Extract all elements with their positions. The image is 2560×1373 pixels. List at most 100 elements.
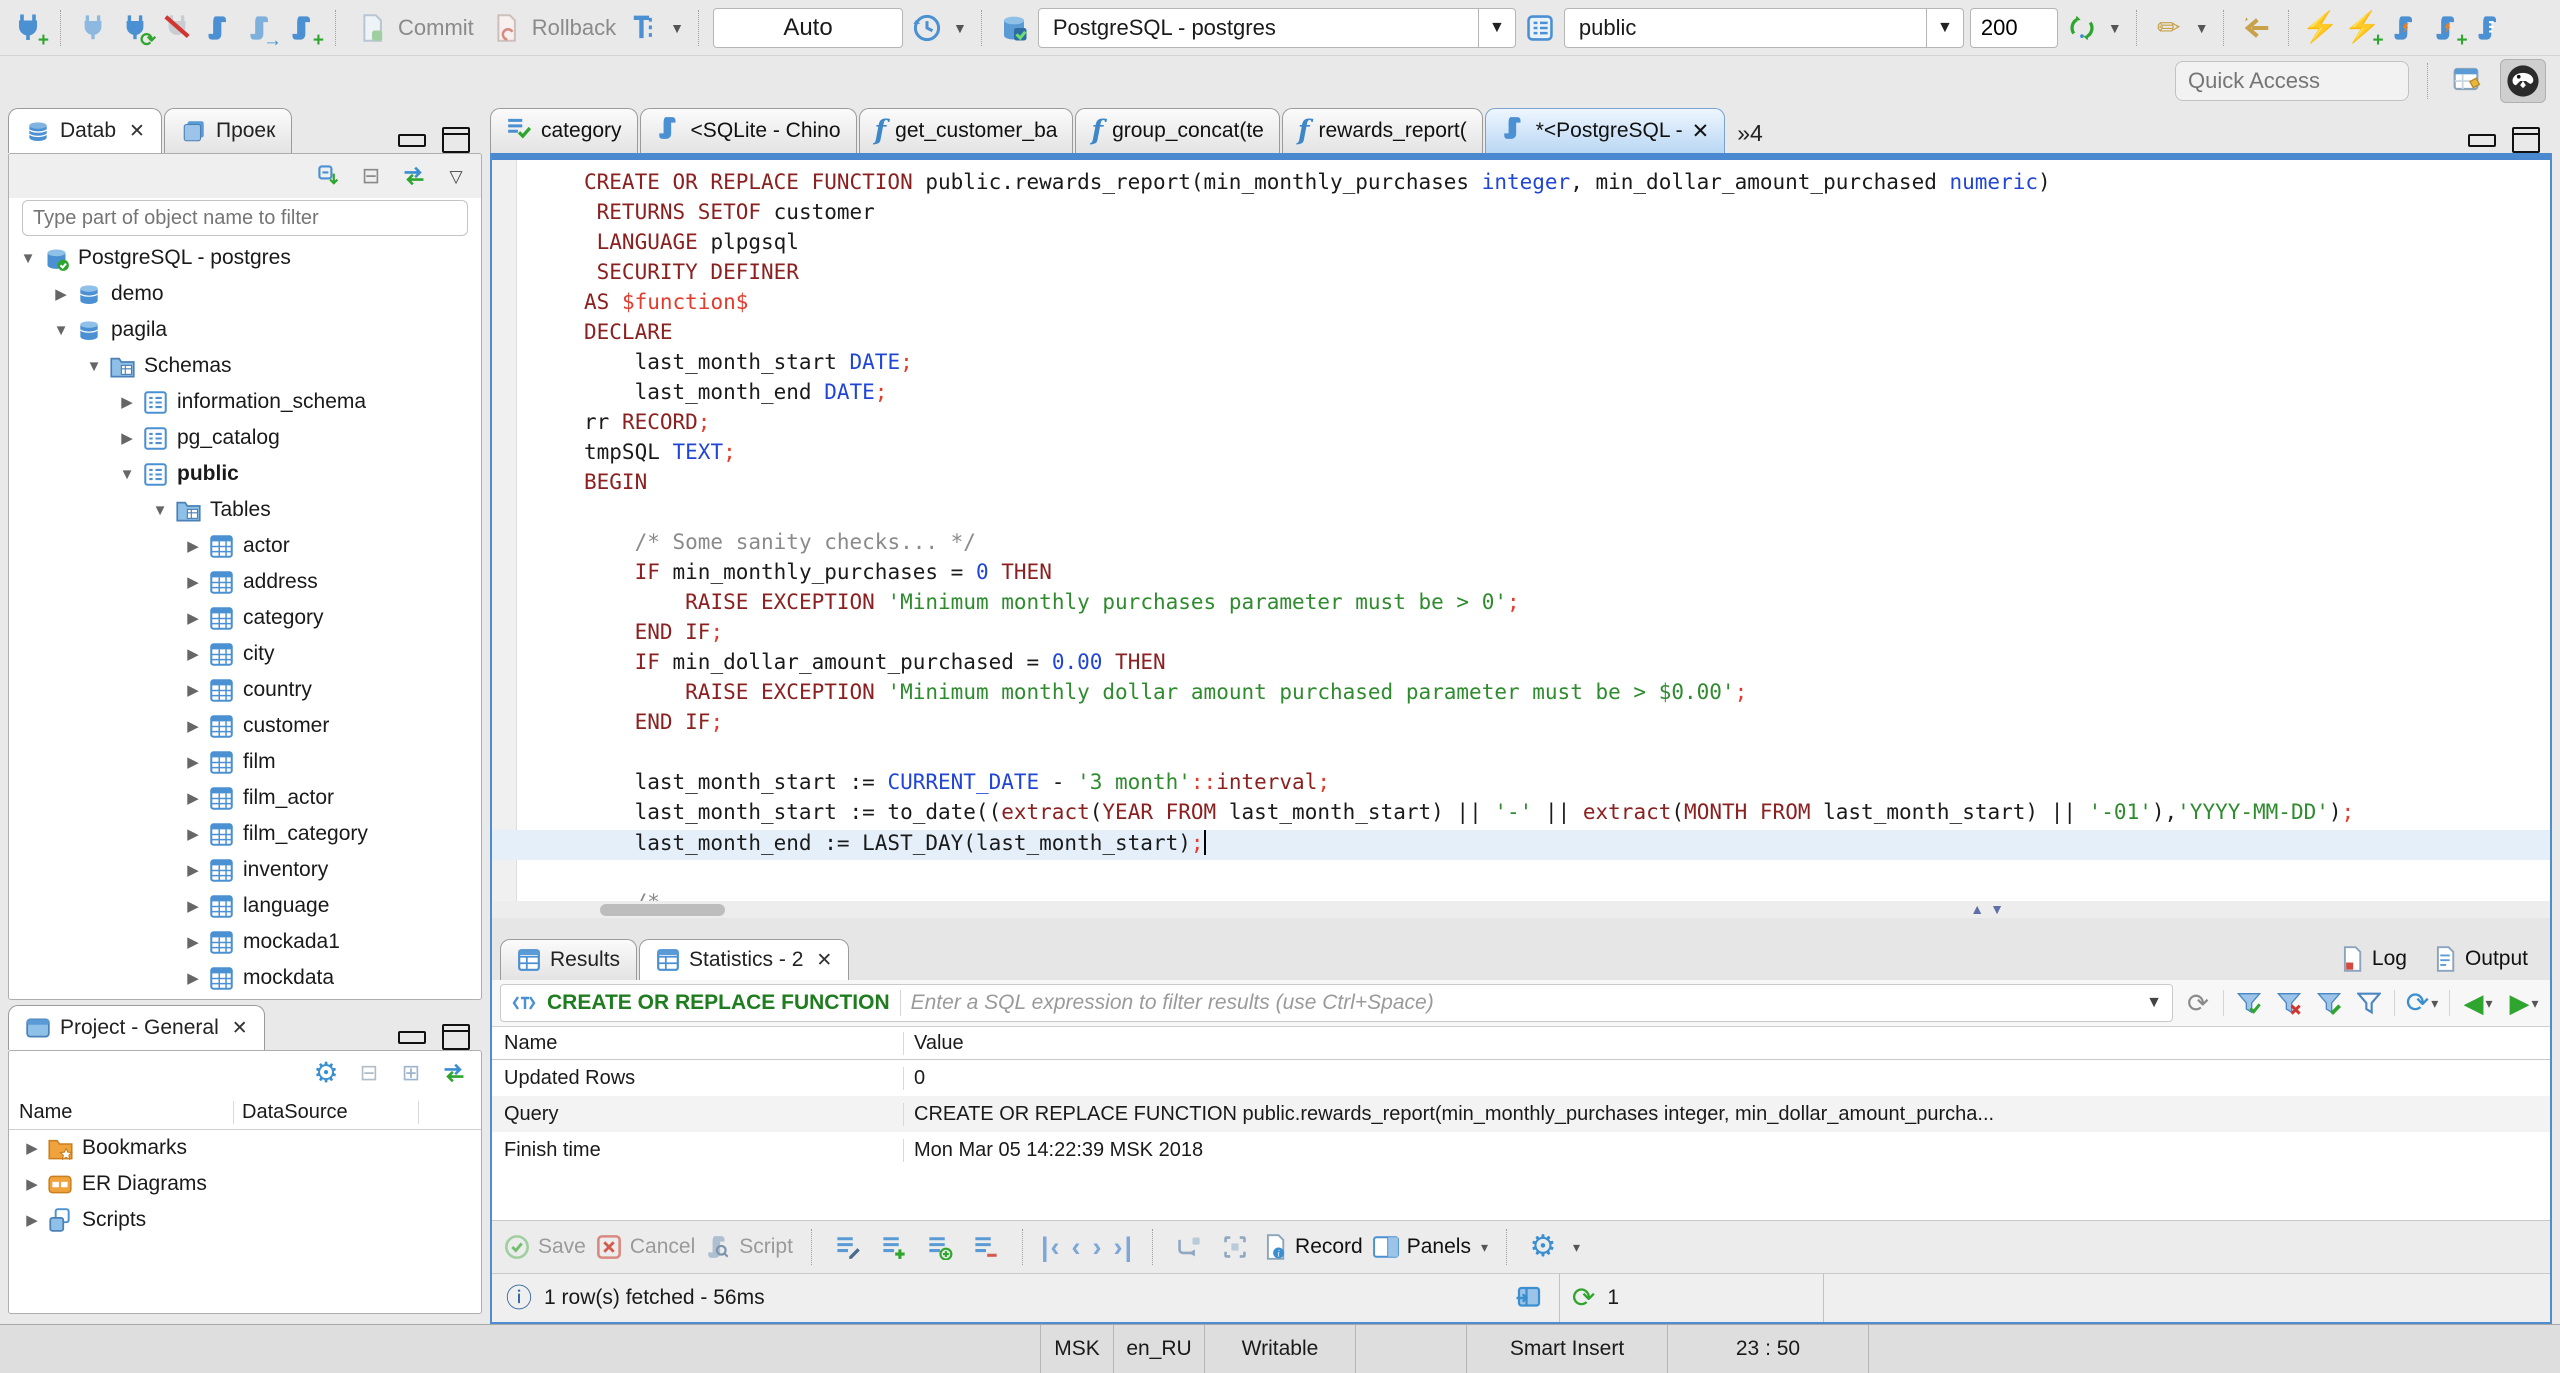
transaction-log-dropdown[interactable]: ▼ bbox=[953, 20, 967, 36]
expanded-arrow-icon[interactable]: ▼ bbox=[114, 466, 140, 483]
tree-item-mockdata[interactable]: ▶ mockdata bbox=[9, 960, 481, 996]
connection-dropdown-icon[interactable]: ▼ bbox=[1477, 8, 1515, 47]
tree-item-postgresql-postgres[interactable]: ▼ PostgreSQL - postgres bbox=[9, 240, 481, 276]
collapsed-arrow-icon[interactable]: ▶ bbox=[180, 609, 206, 627]
tab-database-navigator[interactable]: Datab ✕ bbox=[8, 108, 162, 153]
add-row-icon[interactable] bbox=[876, 1229, 912, 1265]
script-button[interactable]: Script bbox=[705, 1234, 793, 1260]
tree-item-pg-catalog[interactable]: ▶ pg_catalog bbox=[9, 420, 481, 456]
tree-item-film-category[interactable]: ▶ film_category bbox=[9, 816, 481, 852]
statusbar-smart-insert[interactable]: Smart Insert bbox=[1466, 1325, 1667, 1373]
gear-dropdown-icon[interactable]: ▾ bbox=[1573, 1239, 1580, 1256]
statusbar-23-50[interactable]: 23 : 50 bbox=[1667, 1325, 1868, 1373]
sash-collapse-icons[interactable]: ▲▼ bbox=[1970, 901, 2010, 917]
column-name[interactable]: Name bbox=[492, 1031, 904, 1055]
collapsed-arrow-icon[interactable]: ▶ bbox=[19, 1211, 45, 1229]
editor-tab-category[interactable]: category bbox=[490, 108, 638, 153]
transaction-mode-icon[interactable] bbox=[626, 10, 662, 46]
view-menu-icon[interactable]: ▽ bbox=[443, 158, 469, 194]
minimize-icon[interactable] bbox=[398, 1030, 426, 1044]
tree-item-information-schema[interactable]: ▶ information_schema bbox=[9, 384, 481, 420]
collapse-all-icon[interactable] bbox=[315, 158, 343, 194]
commit-mode-combo[interactable]: Auto bbox=[713, 7, 904, 48]
settings-gear-icon[interactable]: ⚙ bbox=[311, 1055, 341, 1091]
sync-connection-icon[interactable] bbox=[2064, 10, 2100, 46]
project-item-bookmarks[interactable]: ▶ Bookmarks bbox=[9, 1130, 481, 1166]
next-row-icon[interactable]: › bbox=[1092, 1232, 1103, 1263]
maximize-icon[interactable] bbox=[2512, 127, 2540, 153]
connection-combo[interactable]: PostgreSQL - postgres ▼ bbox=[1037, 7, 1516, 48]
collapsed-arrow-icon[interactable]: ▶ bbox=[114, 393, 140, 411]
table-row[interactable]: Finish time Mon Mar 05 14:22:39 MSK 2018 bbox=[492, 1132, 2550, 1168]
refresh-filter-icon[interactable]: ⟳ bbox=[2183, 985, 2213, 1021]
expand-all-icon[interactable]: ⊞ bbox=[397, 1055, 425, 1091]
tab-project-general[interactable]: Project - General ✕ bbox=[8, 1005, 265, 1050]
horizontal-scrollbar-thumb[interactable] bbox=[600, 904, 725, 916]
tree-item-public[interactable]: ▼ public bbox=[9, 456, 481, 492]
connect-icon[interactable] bbox=[75, 10, 111, 46]
collapsed-arrow-icon[interactable]: ▶ bbox=[19, 1139, 45, 1157]
format-dropdown[interactable]: ▼ bbox=[2195, 20, 2209, 36]
collapsed-arrow-icon[interactable]: ▶ bbox=[180, 789, 206, 807]
link-with-editor-icon[interactable] bbox=[399, 158, 429, 194]
tree-item-schemas[interactable]: ▼ Schemas bbox=[9, 348, 481, 384]
panel-toggle-icon[interactable] bbox=[1511, 1280, 1547, 1316]
execute-statement-new-tab-icon[interactable]: ⚡ + bbox=[2344, 10, 2384, 50]
format-pencil-icon[interactable]: ✏ bbox=[2151, 10, 2187, 46]
fetch-size-input[interactable] bbox=[1969, 7, 2058, 48]
close-icon[interactable]: ✕ bbox=[816, 949, 832, 972]
tree-item-city[interactable]: ▶ city bbox=[9, 636, 481, 672]
table-row[interactable]: Query CREATE OR REPLACE FUNCTION public.r… bbox=[492, 1096, 2550, 1132]
transaction-log-icon[interactable] bbox=[909, 10, 945, 46]
minimize-icon[interactable] bbox=[398, 133, 426, 147]
tree-item-pagila[interactable]: ▼ pagila bbox=[9, 312, 481, 348]
project-item-er-diagrams[interactable]: ▶ ER Diagrams bbox=[9, 1166, 481, 1202]
collapsed-arrow-icon[interactable]: ▶ bbox=[180, 681, 206, 699]
collapsed-arrow-icon[interactable]: ▶ bbox=[180, 717, 206, 735]
focus-cell-icon[interactable] bbox=[1217, 1229, 1253, 1265]
statusbar-msk[interactable]: MSK bbox=[1040, 1325, 1113, 1373]
close-icon[interactable]: ✕ bbox=[129, 120, 145, 143]
new-sql-editor-icon[interactable]: + bbox=[285, 10, 324, 50]
maximize-icon[interactable] bbox=[442, 1024, 470, 1050]
next-query-icon[interactable]: ▶ ▾ bbox=[2506, 985, 2542, 1021]
filter-save-icon[interactable] bbox=[2234, 985, 2264, 1021]
project-item-scripts[interactable]: ▶ Scripts bbox=[9, 1202, 481, 1238]
execute-statement-icon[interactable]: ⚡ bbox=[2302, 10, 2339, 46]
explain-plan-icon[interactable] bbox=[2471, 10, 2507, 46]
record-button[interactable]: i Record bbox=[1263, 1234, 1363, 1260]
collapsed-arrow-icon[interactable]: ▶ bbox=[48, 285, 74, 303]
tree-item-address[interactable]: ▶ address bbox=[9, 564, 481, 600]
rollback-button[interactable]: Rollback bbox=[484, 6, 620, 50]
tree-item-film[interactable]: ▶ film bbox=[9, 744, 481, 780]
commit-button[interactable]: Commit bbox=[350, 6, 478, 50]
tab-statistics[interactable]: Statistics - 2 ✕ bbox=[639, 939, 850, 980]
tree-item-demo[interactable]: ▶ demo bbox=[9, 276, 481, 312]
new-connection-icon[interactable]: + bbox=[10, 10, 49, 50]
expanded-arrow-icon[interactable]: ▼ bbox=[15, 250, 41, 267]
open-perspective-icon[interactable] bbox=[2446, 60, 2490, 102]
editor-tab--sqlite-chino[interactable]: <SQLite - Chino bbox=[639, 108, 857, 153]
sql-editor-icon[interactable] bbox=[201, 10, 237, 46]
collapsed-arrow-icon[interactable]: ▶ bbox=[180, 573, 206, 591]
tree-item-customer[interactable]: ▶ customer bbox=[9, 708, 481, 744]
collapsed-arrow-icon[interactable]: ▶ bbox=[180, 861, 206, 879]
open-sql-console-icon[interactable]: → bbox=[243, 10, 282, 50]
tab-overflow-chevron[interactable]: »4 bbox=[1737, 120, 1763, 147]
collapsed-arrow-icon[interactable]: ▶ bbox=[180, 969, 206, 987]
sync-dropdown[interactable]: ▼ bbox=[2108, 20, 2122, 36]
close-icon[interactable]: ✕ bbox=[232, 1017, 248, 1040]
statusbar-en-ru[interactable]: en_RU bbox=[1113, 1325, 1204, 1373]
collapsed-arrow-icon[interactable]: ▶ bbox=[180, 645, 206, 663]
collapse-all-icon[interactable]: ⊟ bbox=[355, 1055, 383, 1091]
reconnect-icon[interactable]: ⟳ bbox=[117, 10, 156, 50]
collapsed-arrow-icon[interactable]: ▶ bbox=[19, 1175, 45, 1193]
tree-item-actor[interactable]: ▶ actor bbox=[9, 528, 481, 564]
tab-projects[interactable]: Проек bbox=[163, 108, 293, 153]
tree-item-category[interactable]: ▶ category bbox=[9, 600, 481, 636]
log-button[interactable]: Log bbox=[2340, 946, 2407, 972]
edit-cell-icon[interactable] bbox=[830, 1229, 866, 1265]
output-button[interactable]: Output bbox=[2433, 946, 2528, 972]
sql-editor[interactable]: CREATE OR REPLACE FUNCTION public.reward… bbox=[492, 160, 2550, 901]
close-icon[interactable]: ✕ bbox=[1692, 119, 1710, 144]
